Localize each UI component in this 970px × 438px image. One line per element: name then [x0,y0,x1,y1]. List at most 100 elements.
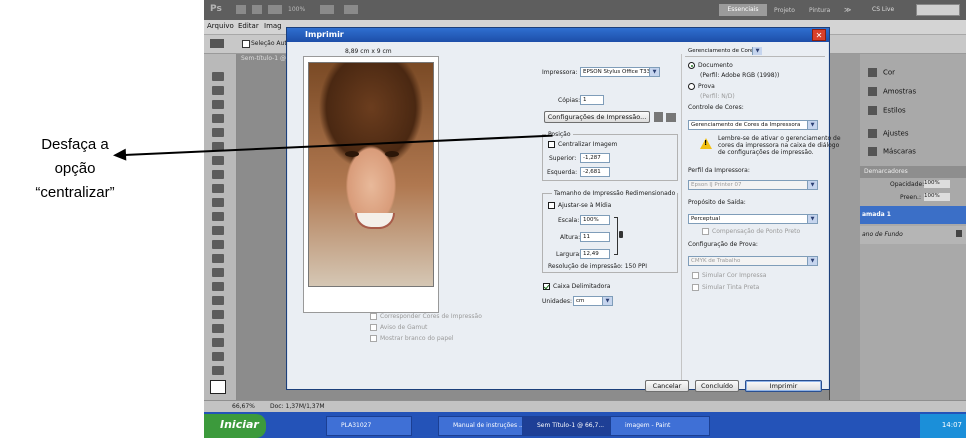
photo-eye-left [345,151,359,157]
arrange-documents-icon[interactable] [320,5,334,14]
quick-select-tool-icon[interactable] [212,114,224,123]
bridge-icon[interactable] [236,5,246,14]
more-workspaces[interactable]: ≫ [844,6,851,14]
status-zoom[interactable]: 66,67% [232,403,255,410]
brush-tool-icon[interactable] [212,170,224,179]
system-tray-clock: 14:07 [920,414,966,438]
swatches-panel-icon [868,87,877,96]
gradient-tool-icon[interactable] [212,226,224,235]
taskbar-item-pla[interactable]: PLA31027 [326,416,412,436]
portrait-orientation-icon[interactable] [654,112,663,122]
auto-select-checkbox[interactable] [242,40,250,48]
dodge-tool-icon[interactable] [212,254,224,263]
center-image-checkbox[interactable] [548,141,555,148]
minibridge-icon[interactable] [252,5,262,14]
proof-setup-select[interactable]: CMYK de Trabalho ▼ [688,256,818,266]
simulate-paper-color-checkbox[interactable] [692,272,699,279]
left-field[interactable]: -2,681 [580,167,610,177]
landscape-orientation-icon[interactable] [666,113,676,122]
3d-rotate-tool-icon[interactable] [212,324,224,333]
marquee-tool-icon[interactable] [212,86,224,95]
history-brush-tool-icon[interactable] [212,198,224,207]
menu-file[interactable]: Arquivo [207,22,234,30]
panel-color[interactable]: Cor [868,68,895,82]
panel-icon-dock [830,54,860,400]
menu-edit[interactable]: Editar [238,22,259,30]
printer-profile-select[interactable]: Epson IJ Printer 07 ▼ [688,180,818,190]
shape-tool-icon[interactable] [212,310,224,319]
screen-mode-icon[interactable] [344,5,358,14]
color-handling-select[interactable]: Gerenciamento de Cores da Impressora ▼ [688,120,818,130]
path-select-tool-icon[interactable] [212,296,224,305]
rendering-intent-select[interactable]: Perceptual ▼ [688,214,818,224]
rendering-intent-value: Perceptual [691,216,721,222]
fit-media-checkbox[interactable] [548,202,555,209]
gamut-warning-label: Aviso de Gamut [380,324,428,331]
stamp-tool-icon[interactable] [212,184,224,193]
lasso-tool-icon[interactable] [212,100,224,109]
zoom-level-menu[interactable]: 100% [288,6,305,13]
3d-orbit-tool-icon[interactable] [212,338,224,347]
eraser-tool-icon[interactable] [212,212,224,221]
done-button[interactable]: Concluído [695,380,739,392]
printer-select[interactable]: EPSON Stylus Office T33 ... ▼ [580,67,660,77]
workspace-essentials[interactable]: Essenciais [719,4,767,16]
panel-masks[interactable]: Máscaras [868,147,916,161]
chevron-down-icon: ▼ [602,297,612,305]
type-tool-icon[interactable] [212,282,224,291]
copies-field[interactable]: 1 [580,95,604,105]
chevron-down-icon: ▼ [807,121,817,129]
height-field[interactable]: 11 [580,232,610,242]
taskbar-item-photoshop[interactable]: Sem Título-1 @ 66,7... [522,416,622,436]
tab-paths[interactable]: Demarcadores [864,168,908,175]
color-swatches-icon[interactable] [210,380,226,394]
match-colors-checkbox[interactable] [370,313,377,320]
panel-swatches[interactable]: Amostras [868,87,916,101]
panel-styles[interactable]: Estilos [868,106,906,120]
start-button[interactable]: Iniciar [204,414,266,438]
top-field[interactable]: -1,287 [580,153,610,163]
taskbar-item-paint[interactable]: imagem - Paint [610,416,710,436]
layer-row-2[interactable]: ano de Fundo [860,226,966,244]
gamut-warning-checkbox[interactable] [370,324,377,331]
scale-field[interactable]: 100% [580,215,610,225]
cs-live-button[interactable]: CS Live [872,6,894,13]
layer-row-1[interactable]: amada 1 [860,206,966,224]
print-button[interactable]: Imprimir [745,380,822,392]
print-settings-button[interactable]: Configurações de Impressão... [544,111,650,123]
workspace-painting[interactable]: Pintura [809,7,830,14]
menu-image[interactable]: Imag [264,22,282,30]
window-controls[interactable] [916,4,960,16]
document-label: Documento [698,62,733,69]
close-icon[interactable]: ✕ [812,29,826,41]
units-select[interactable]: cm ▼ [573,296,613,306]
document-tab[interactable]: Sem-título-1 @ [241,55,286,62]
simulate-black-ink-checkbox[interactable] [692,284,699,291]
move-tool-icon[interactable] [212,72,224,81]
move-tool-icon[interactable] [210,39,224,48]
proof-radio[interactable] [688,83,695,90]
healing-tool-icon[interactable] [212,156,224,165]
pen-tool-icon[interactable] [212,268,224,277]
view-extras-icon[interactable] [268,5,282,14]
width-field[interactable]: 12,49 [580,249,610,259]
taskbar-item-manual[interactable]: Manual de instruções ... [438,416,534,436]
crop-tool-icon[interactable] [212,128,224,137]
opacity-label: Opacidade: [890,181,925,188]
opacity-field[interactable]: 100% [924,180,950,188]
panel-adjustments[interactable]: Ajustes [868,129,909,143]
bounding-box-checkbox[interactable] [543,283,550,290]
fill-field[interactable]: 100% [924,193,950,201]
zoom-tool-icon[interactable] [212,366,224,375]
top-label: Superior: [549,155,577,162]
link-icon[interactable] [619,231,623,238]
hand-tool-icon[interactable] [212,352,224,361]
cancel-button[interactable]: Cancelar [645,380,689,392]
workspace-design[interactable]: Projeto [774,7,795,14]
warning-exclamation: ! [704,139,708,147]
document-radio[interactable] [688,62,695,69]
blur-tool-icon[interactable] [212,240,224,249]
paper-white-checkbox[interactable] [370,335,377,342]
black-point-checkbox[interactable] [702,228,709,235]
warning-text-2: cores da impressora na caixa de diálogo [718,142,840,149]
